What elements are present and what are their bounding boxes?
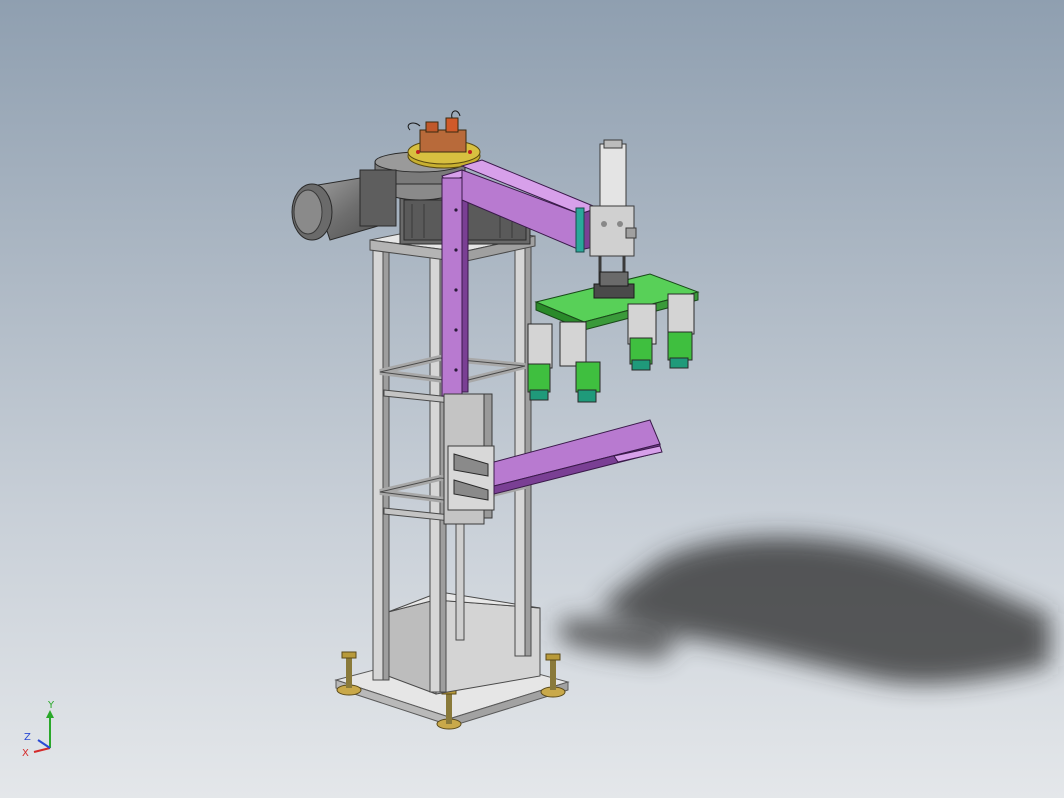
- z-axis-label: Z: [24, 732, 31, 743]
- coordinate-triad: Y X Z: [22, 700, 55, 759]
- x-axis-line: [33, 747, 51, 753]
- y-axis-arrow: [46, 710, 54, 718]
- z-axis-line: [37, 739, 51, 749]
- y-axis-label: Y: [47, 700, 55, 711]
- graphics-viewport[interactable]: Y X Z: [0, 0, 1064, 798]
- x-axis-label: X: [22, 748, 29, 759]
